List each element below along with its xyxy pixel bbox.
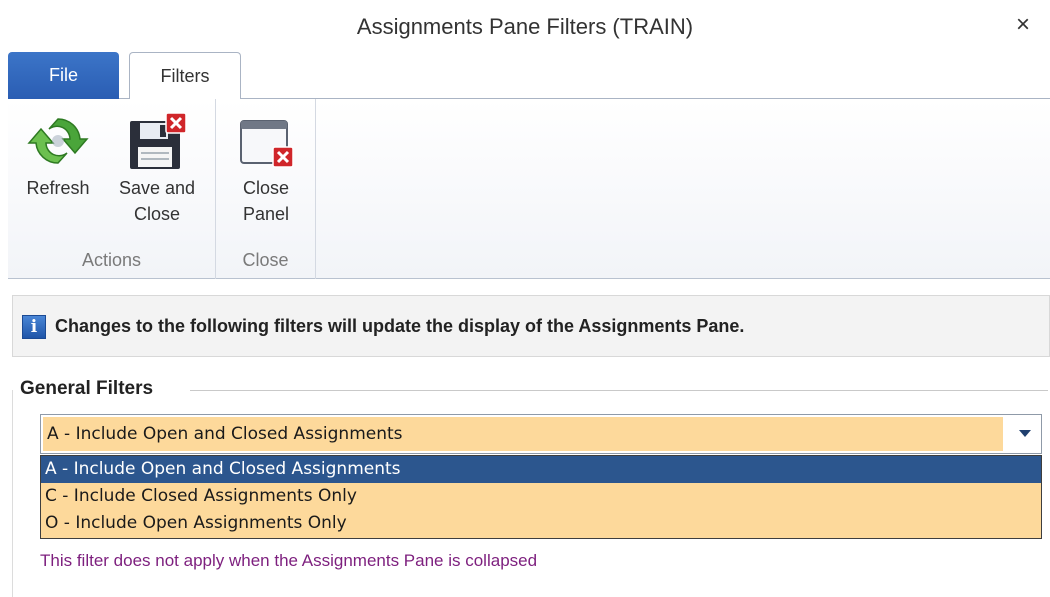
tab-filters[interactable]: Filters (129, 52, 241, 100)
save-and-close-label: Save and Close (118, 178, 196, 224)
general-filters-heading: General Filters (20, 378, 160, 400)
dropdown-option-c[interactable]: C - Include Closed Assignments Only (41, 483, 1041, 510)
ribbon-tab-strip: File Filters (8, 52, 1050, 100)
close-window-icon[interactable]: × (1010, 12, 1036, 38)
ribbon-group-actions: Refresh Save and Close Actions (8, 99, 216, 279)
save-and-close-button[interactable]: Save and Close (106, 111, 208, 227)
refresh-icon (27, 118, 89, 164)
filter-note: This filter does not apply when the Assi… (40, 551, 538, 570)
window-title: Assignments Pane Filters (TRAIN) (356, 14, 694, 39)
ribbon-group-label-close: Close (242, 250, 289, 270)
combo-selected-value: A - Include Open and Closed Assignments (43, 417, 1003, 451)
refresh-button[interactable]: Refresh (16, 111, 100, 201)
fieldset-border-left (12, 390, 13, 597)
close-panel-button[interactable]: Close Panel (228, 111, 304, 227)
tab-file[interactable]: File (8, 52, 119, 99)
assignment-status-combo[interactable]: A - Include Open and Closed Assignments (40, 414, 1042, 454)
ribbon: Refresh Save and Close Actions Close Pan… (8, 99, 1050, 279)
refresh-label: Refresh (26, 178, 90, 198)
save-and-close-icon (130, 112, 187, 169)
info-message: Changes to the following filters will up… (55, 316, 745, 336)
info-icon: i (22, 315, 46, 339)
dropdown-option-a[interactable]: A - Include Open and Closed Assignments (41, 456, 1041, 483)
dropdown-option-o[interactable]: O - Include Open Assignments Only (41, 510, 1041, 537)
fieldset-border-top (190, 390, 1048, 391)
chevron-down-icon[interactable] (1019, 430, 1031, 437)
assignment-status-dropdown: A - Include Open and Closed Assignments … (40, 455, 1042, 539)
close-panel-label: Close Panel (242, 178, 290, 224)
title-bar: Assignments Pane Filters (TRAIN) × (0, 0, 1050, 52)
info-banner: i Changes to the following filters will … (12, 295, 1050, 357)
close-panel-icon (240, 120, 294, 168)
ribbon-group-label-actions: Actions (81, 250, 142, 270)
ribbon-group-close: Close Panel Close (216, 99, 316, 279)
